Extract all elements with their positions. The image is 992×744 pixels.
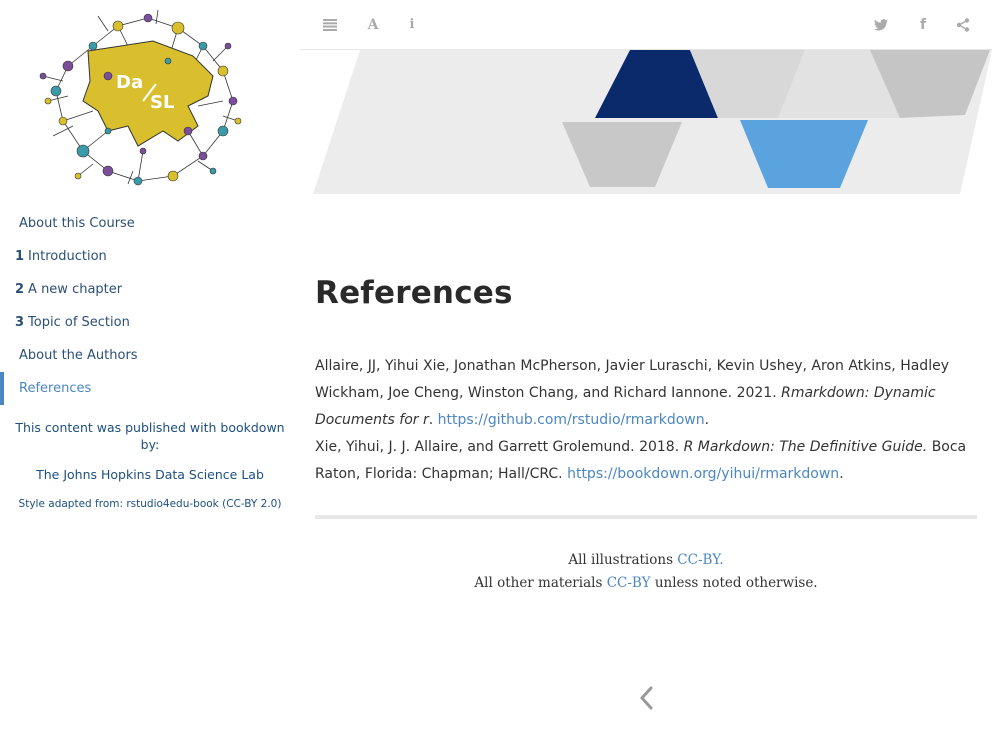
toc-number: 1: [15, 249, 25, 264]
logo-text-top: Da: [116, 72, 143, 93]
footer-text: All other materials: [474, 575, 603, 591]
toc-item-introduction[interactable]: 1 Introduction: [0, 240, 300, 273]
published-by-text[interactable]: This content was published with bookdown…: [0, 419, 300, 453]
previous-page-chevron-left-icon[interactable]: [636, 684, 656, 712]
toc-item-topic-of-section[interactable]: 3 Topic of Section: [0, 306, 300, 339]
twitter-icon[interactable]: [870, 14, 892, 36]
toc-item-references[interactable]: References: [0, 372, 300, 405]
sidebar: Da SL About this Course 1 Introduction 2A…: [0, 0, 300, 744]
style-note-link[interactable]: Style adapted from: rstudio4edu-book (CC…: [0, 498, 300, 510]
reference-link[interactable]: https://bookdown.org/yihui/rmarkdown: [567, 466, 839, 482]
toc-item-new-chapter[interactable]: 2A new chapter: [0, 273, 300, 306]
toc-number: 2: [15, 282, 25, 297]
footer-text: All illustrations: [568, 552, 673, 568]
toolbar: A i f: [300, 0, 992, 50]
lab-link[interactable]: The Johns Hopkins Data Science Lab: [0, 467, 300, 482]
cc-by-link[interactable]: CC-BY: [607, 575, 651, 591]
reference-entry: Allaire, JJ, Yihui Xie, Jonathan McPhers…: [315, 358, 949, 428]
share-icon[interactable]: [952, 14, 974, 36]
toc-label: About the Authors: [19, 348, 138, 363]
cc-by-link[interactable]: CC-BY.: [677, 552, 723, 568]
footer-text: unless noted otherwise.: [654, 575, 818, 591]
logo-text-bottom: SL: [150, 92, 174, 113]
toc-number: 3: [15, 315, 25, 330]
toc-label: References: [19, 381, 92, 396]
toc-item-about-authors[interactable]: About the Authors: [0, 339, 300, 372]
reference-entry: Xie, Yihui, J. J. Allaire, and Garrett G…: [315, 439, 967, 482]
toc-label: Introduction: [28, 249, 107, 264]
font-icon[interactable]: A: [362, 14, 384, 36]
table-of-contents: About this Course 1 Introduction 2A new c…: [0, 207, 300, 405]
reference-link[interactable]: https://github.com/rstudio/rmarkdown: [438, 412, 705, 428]
divider: [315, 515, 977, 519]
reference-title: R Markdown: The Definitive Guide: [683, 439, 923, 455]
reference-authors: Xie, Yihui, J. J. Allaire, and Garrett G…: [315, 439, 680, 455]
facebook-icon[interactable]: f: [912, 14, 934, 36]
toc-item-about-course[interactable]: About this Course: [0, 207, 300, 240]
header-banner: [313, 50, 992, 194]
menu-icon[interactable]: [319, 14, 341, 36]
info-icon[interactable]: i: [401, 14, 423, 36]
toc-label: A new chapter: [28, 282, 123, 297]
toc-label: Topic of Section: [28, 315, 130, 330]
page-title: References: [315, 275, 513, 311]
dasl-logo[interactable]: Da SL: [38, 6, 242, 186]
toc-label: About this Course: [19, 216, 135, 231]
license-footer: All illustrations CC-BY. All other mater…: [315, 549, 977, 595]
references-list: Allaire, JJ, Yihui Xie, Jonathan McPhers…: [315, 353, 977, 488]
